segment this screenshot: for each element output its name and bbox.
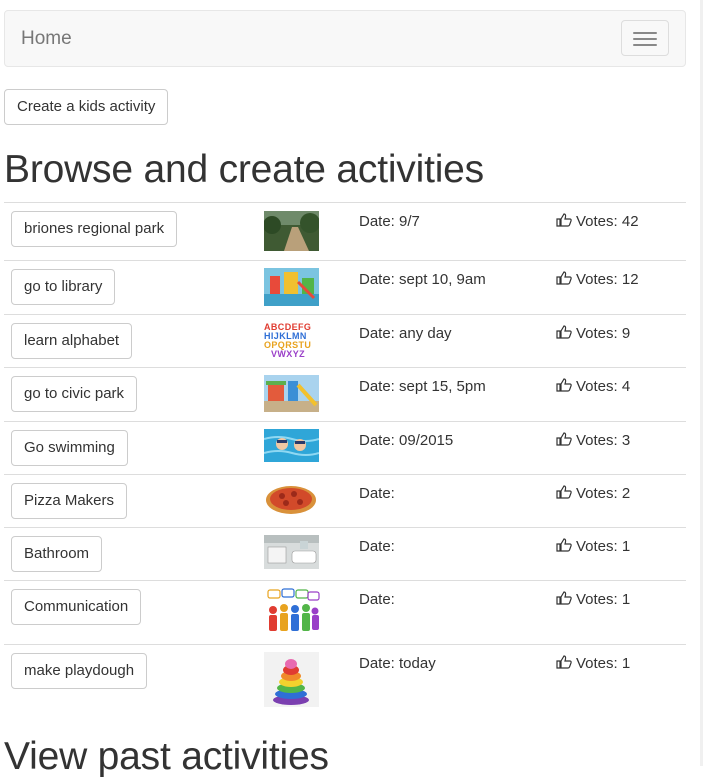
vote-count[interactable]: Votes: 12	[556, 271, 639, 288]
table-row: Pizza Makers Date: Votes: 2	[4, 474, 686, 527]
activity-button[interactable]: make playdough	[11, 653, 148, 689]
table-row: Go swimming Date: 09/2015 Votes: 3	[4, 421, 686, 474]
table-row: go to library Date: sept 10, 9am Votes: …	[4, 260, 686, 314]
trail-photo	[264, 211, 319, 251]
vote-count[interactable]: Votes: 3	[556, 432, 630, 449]
activity-button[interactable]: Go swimming	[11, 430, 128, 466]
activity-button[interactable]: Communication	[11, 589, 142, 625]
thumbs-up-icon	[556, 485, 572, 499]
vote-label: Votes: 2	[576, 485, 631, 502]
hamburger-bar	[633, 38, 657, 40]
activity-date: Date: any day	[359, 325, 452, 342]
activity-date: Date:	[359, 538, 395, 555]
table-row: learn alphabet ABCDEFG HIJKLMN OPQRSTU V…	[4, 314, 686, 367]
activity-date: Date: 09/2015	[359, 432, 454, 449]
table-row: make playdough Date: today Votes: 1	[4, 644, 686, 714]
thumbs-up-icon	[556, 432, 572, 446]
activity-button[interactable]: briones regional park	[11, 211, 178, 247]
playground-photo	[264, 268, 319, 306]
vote-label: Votes: 42	[576, 213, 639, 230]
vote-count[interactable]: Votes: 9	[556, 325, 630, 342]
activity-button[interactable]: Bathroom	[11, 536, 103, 572]
activity-date: Date: 9/7	[359, 213, 420, 230]
activity-date: Date: sept 15, 5pm	[359, 378, 486, 395]
table-row: Bathroom Date: Votes: 1	[4, 527, 686, 580]
thumbs-up-icon	[556, 271, 572, 285]
thumbs-up-icon	[556, 655, 572, 669]
activity-button[interactable]: go to civic park	[11, 376, 138, 412]
vote-label: Votes: 9	[576, 325, 631, 342]
park-photo	[264, 375, 319, 412]
thumbs-up-icon	[556, 591, 572, 605]
vote-count[interactable]: Votes: 2	[556, 485, 630, 502]
activities-table: briones regional park Date: 9/7 Votes: 4…	[4, 202, 686, 714]
playdough-photo	[264, 652, 319, 707]
vote-label: Votes: 1	[576, 591, 631, 608]
vote-label: Votes: 3	[576, 432, 631, 449]
communication-image	[264, 588, 320, 638]
thumbs-up-icon	[556, 213, 572, 227]
navbar: Home	[4, 10, 686, 67]
vote-count[interactable]: Votes: 1	[556, 538, 630, 555]
create-activity-button[interactable]: Create a kids activity	[4, 89, 169, 125]
alphabet-image: ABCDEFG HIJKLMN OPQRSTU VWXYZ	[264, 321, 320, 361]
home-brand-link[interactable]: Home	[21, 28, 72, 50]
vote-count[interactable]: Votes: 42	[556, 213, 639, 230]
activity-button[interactable]: Pizza Makers	[11, 483, 128, 519]
activity-button[interactable]: go to library	[11, 269, 116, 305]
table-row: Communication Date: Votes: 1	[4, 580, 686, 644]
vote-count[interactable]: Votes: 4	[556, 378, 630, 395]
vote-label: Votes: 1	[576, 538, 631, 555]
page-title: Browse and create activities	[4, 148, 484, 191]
vote-label: Votes: 12	[576, 271, 639, 288]
pizza-photo	[264, 482, 319, 516]
hamburger-bar	[633, 44, 657, 46]
hamburger-menu-button[interactable]	[621, 20, 669, 56]
alphabet-line: VWXYZ	[271, 349, 305, 359]
thumbs-up-icon	[556, 325, 572, 339]
past-activities-heading: View past activities	[4, 735, 329, 778]
swimming-photo	[264, 429, 319, 462]
vote-label: Votes: 1	[576, 655, 631, 672]
activity-date: Date:	[359, 485, 395, 502]
vote-count[interactable]: Votes: 1	[556, 655, 630, 672]
activity-date: Date:	[359, 591, 395, 608]
thumbs-up-icon	[556, 378, 572, 392]
activity-button[interactable]: learn alphabet	[11, 323, 133, 359]
bathroom-photo	[264, 535, 319, 569]
table-row: briones regional park Date: 9/7 Votes: 4…	[4, 202, 686, 260]
table-row: go to civic park Date: sept 15, 5pm Vote…	[4, 367, 686, 421]
activity-date: Date: sept 10, 9am	[359, 271, 486, 288]
hamburger-menu-icon	[633, 32, 657, 34]
vote-count[interactable]: Votes: 1	[556, 591, 630, 608]
thumbs-up-icon	[556, 538, 572, 552]
activity-date: Date: today	[359, 655, 436, 672]
vote-label: Votes: 4	[576, 378, 631, 395]
